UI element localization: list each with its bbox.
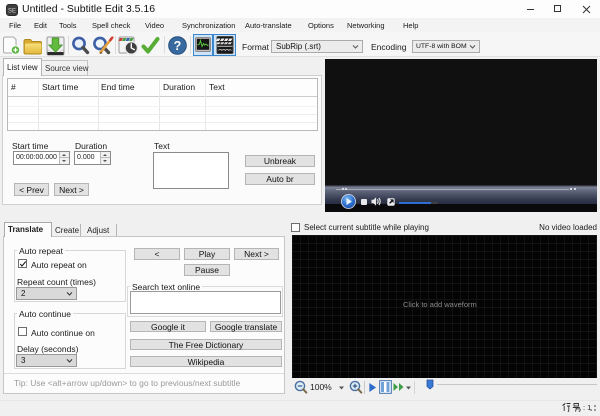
- svg-text:?: ?: [174, 39, 182, 53]
- svg-text:SE: SE: [8, 9, 16, 15]
